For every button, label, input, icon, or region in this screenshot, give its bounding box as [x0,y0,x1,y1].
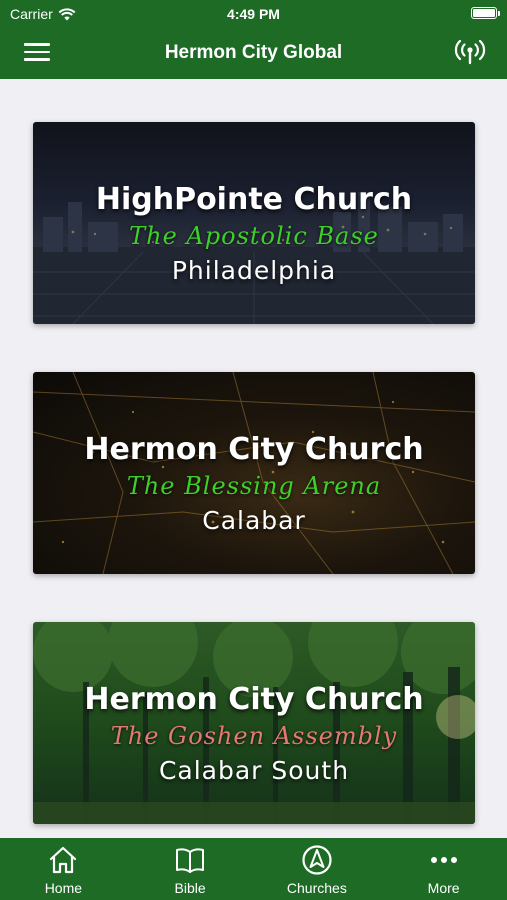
nav-bar: Hermon City Global [0,28,507,79]
tab-more[interactable]: More [380,838,507,900]
battery-icon [471,7,500,19]
book-icon [176,848,205,873]
church-card-hermon-calabar[interactable]: Hermon City Church The Blessing Arena Ca… [33,372,475,574]
hamburger-menu-icon[interactable] [24,43,50,63]
tab-churches[interactable]: Churches [254,838,381,900]
page-title: Hermon City Global [164,42,343,63]
status-time: 4:49 PM [227,6,280,22]
city-skyline-image [33,192,475,324]
tab-bible[interactable]: Bible [127,838,254,900]
tab-home-label: Home [44,880,83,896]
compass-icon [302,845,332,875]
home-icon [50,846,77,874]
tab-bible-label: Bible [174,880,206,896]
church-list: HighPointe Church The Apostolic Base Phi… [0,79,507,838]
forest-image [33,622,475,824]
church-card-hermon-calabar-south[interactable]: Hermon City Church The Goshen Assembly C… [33,622,475,824]
church-card-highpointe-philadelphia[interactable]: HighPointe Church The Apostolic Base Phi… [33,122,475,324]
tab-churches-label: Churches [286,880,347,896]
status-bar: Carrier 4:49 PM [0,0,507,28]
broadcast-antenna-icon[interactable] [453,38,487,68]
tab-bar: Home Bible Churches More [0,838,507,900]
more-dots-icon [430,857,457,863]
tab-home[interactable]: Home [0,838,127,900]
tab-more-label: More [427,880,460,896]
city-lights-image [33,372,475,574]
